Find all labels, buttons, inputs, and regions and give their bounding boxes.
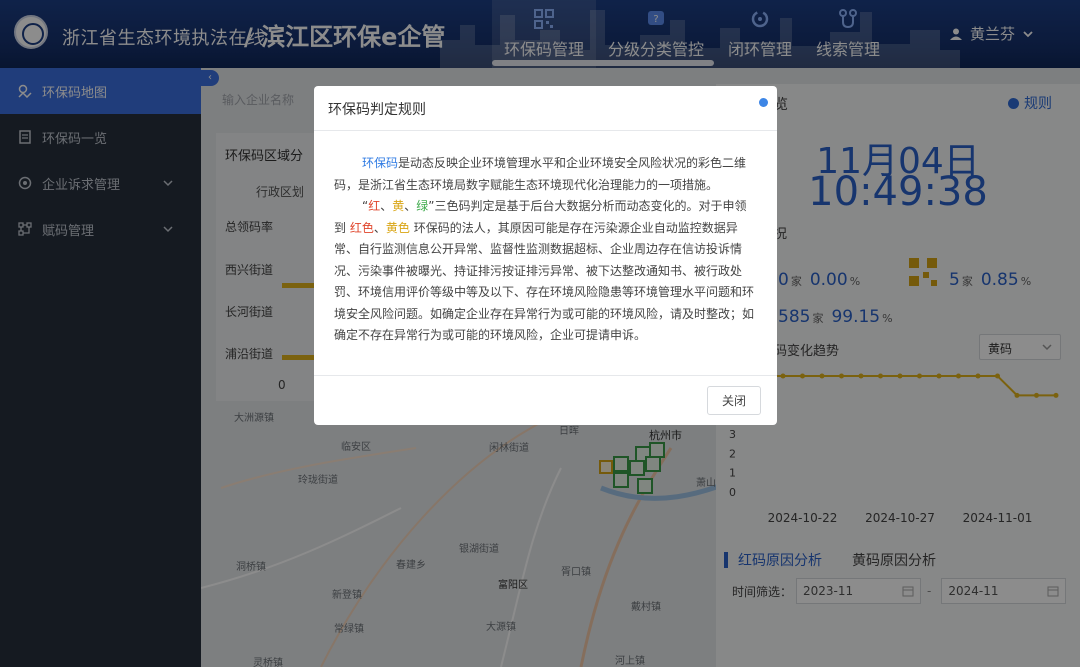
rules-text: 环保码的法人，其原因可能是存在污染源企业自动监控数据异常、自行监测信息公开异常、… (334, 220, 755, 343)
red-color-term: 红色 (349, 220, 374, 235)
qr-term: 环保码 (362, 156, 399, 170)
rules-paragraph: “红、黄、绿”三色码判定是基于后台大数据分析而动态变化的。对于申领到 红色、黄色… (334, 196, 757, 347)
yellow-term: 黄 (392, 199, 405, 213)
yellow-color-term: 黄色 (385, 220, 410, 235)
dialog-body: 环保码是动态反映企业环境管理水平和企业环境安全风险状况的彩色二维码，是浙江省生态… (314, 131, 777, 375)
green-term: 绿 (416, 199, 429, 213)
dialog-header: 环保码判定规则 (314, 86, 777, 131)
close-button[interactable]: 关闭 (707, 386, 761, 415)
dialog-close-icon[interactable] (759, 98, 768, 107)
rules-dialog: 环保码判定规则 环保码是动态反映企业环境管理水平和企业环境安全风险状况的彩色二维… (314, 86, 777, 425)
dialog-title: 环保码判定规则 (328, 102, 426, 118)
red-term: 红 (368, 199, 381, 213)
dialog-footer: 关闭 (314, 375, 777, 425)
separator: 、 (373, 220, 386, 235)
separator: 、 (380, 199, 393, 213)
separator: 、 (404, 199, 417, 213)
rules-paragraph: 环保码是动态反映企业环境管理水平和企业环境安全风险状况的彩色二维码，是浙江省生态… (334, 153, 757, 196)
